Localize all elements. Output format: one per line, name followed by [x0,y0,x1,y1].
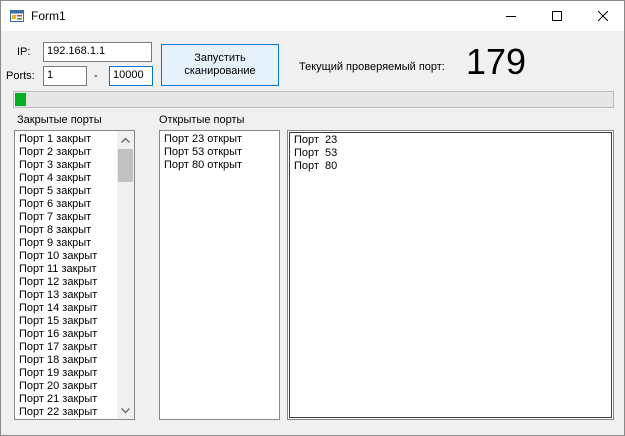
open-ports-items: Порт 23 открыт Порт 53 открыт Порт 80 откр… [161,133,278,172]
closed-port-item[interactable]: Порт 21 закрыт [16,393,116,406]
scan-progress-bar [13,91,614,108]
current-port-label: Текущий проверяемый порт: [299,61,445,73]
closed-port-item[interactable]: Порт 19 закрыт [16,367,116,380]
closed-port-item[interactable]: Порт 14 закрыт [16,302,116,315]
closed-port-item[interactable]: Порт 1 закрыт [16,133,116,146]
closed-port-item[interactable]: Порт 10 закрыт [16,250,116,263]
closed-port-item[interactable]: Порт 5 закрыт [16,185,116,198]
closed-port-item[interactable]: Порт 7 закрыт [16,211,116,224]
ip-input[interactable]: 192.168.1.1 [43,42,152,62]
ports-text-lines: Порт 23 Порт 53 Порт 80 [291,134,337,173]
open-port-item[interactable]: Порт 80 открыт [161,159,278,172]
closed-port-item[interactable]: Порт 15 закрыт [16,315,116,328]
closed-port-item[interactable]: Порт 18 закрыт [16,354,116,367]
ip-label: IP: [17,46,31,58]
closed-port-item[interactable]: Порт 6 закрыт [16,198,116,211]
closed-ports-scrollbar[interactable] [117,131,134,419]
ports-text-line: Порт 53 [294,147,338,159]
title-bar[interactable]: Form1 [1,1,624,31]
closed-port-item[interactable]: Порт 13 закрыт [16,289,116,302]
closed-port-item[interactable]: Порт 3 закрыт [16,159,116,172]
close-button[interactable] [580,1,624,31]
ports-textbox-inner: Порт 23 Порт 53 Порт 80 [289,132,612,418]
open-port-item[interactable]: Порт 53 открыт [161,146,278,159]
closed-port-item[interactable]: Порт 8 закрыт [16,224,116,237]
form-app-icon [10,10,24,22]
start-scan-button-line2: сканирование [184,65,256,77]
closed-ports-listbox[interactable]: Порт 1 закрыт Порт 2 закрыт Порт 3 закрыт П… [14,130,135,420]
closed-port-item[interactable]: Порт 2 закрыт [16,146,116,159]
current-port-value: 179 [466,41,527,82]
closed-port-item[interactable]: Порт 22 закрыт [16,406,116,419]
maximize-button[interactable] [534,1,580,31]
port-to-input[interactable]: 10000 [109,66,153,86]
closed-port-item[interactable]: Порт 9 закрыт [16,237,116,250]
port-from-input[interactable]: 1 [43,66,87,86]
scroll-down-button[interactable] [117,402,134,419]
start-scan-button-line1: Запустить [194,52,246,64]
minimize-icon [506,16,516,17]
chevron-down-icon [121,407,130,413]
ports-text-line: Порт 80 [294,160,338,172]
close-icon [598,11,608,21]
open-ports-listbox[interactable]: Порт 23 открыт Порт 53 открыт Порт 80 откр… [159,130,280,420]
scrollbar-thumb[interactable] [118,149,133,182]
open-ports-label: Открытые порты [159,114,245,126]
open-port-item[interactable]: Порт 23 открыт [161,133,278,146]
ports-text-line: Порт 23 [294,134,338,146]
ports-label: Ports: [6,70,35,82]
closed-port-item[interactable]: Порт 12 закрыт [16,276,116,289]
minimize-button[interactable] [488,1,534,31]
ports-textbox[interactable]: Порт 23 Порт 53 Порт 80 [287,130,614,420]
window-title: Form1 [31,9,66,23]
scan-progress-fill [15,93,26,106]
closed-port-item[interactable]: Порт 11 закрыт [16,263,116,276]
main-window: Form1 IP: 192.168.1.1 Ports: 1 - 10000 З… [0,0,625,436]
closed-ports-label: Закрытые порты [17,114,102,126]
closed-port-item[interactable]: Порт 4 закрыт [16,172,116,185]
closed-port-item[interactable]: Порт 16 закрыт [16,328,116,341]
closed-port-item[interactable]: Порт 20 закрыт [16,380,116,393]
closed-ports-items: Порт 1 закрыт Порт 2 закрыт Порт 3 закрыт П… [16,133,116,419]
start-scan-button[interactable]: Запустить сканирование [161,44,279,86]
maximize-icon [552,11,562,21]
scroll-up-button[interactable] [117,131,134,148]
chevron-up-icon [121,137,130,143]
port-separator: - [94,70,98,82]
closed-port-item[interactable]: Порт 17 закрыт [16,341,116,354]
